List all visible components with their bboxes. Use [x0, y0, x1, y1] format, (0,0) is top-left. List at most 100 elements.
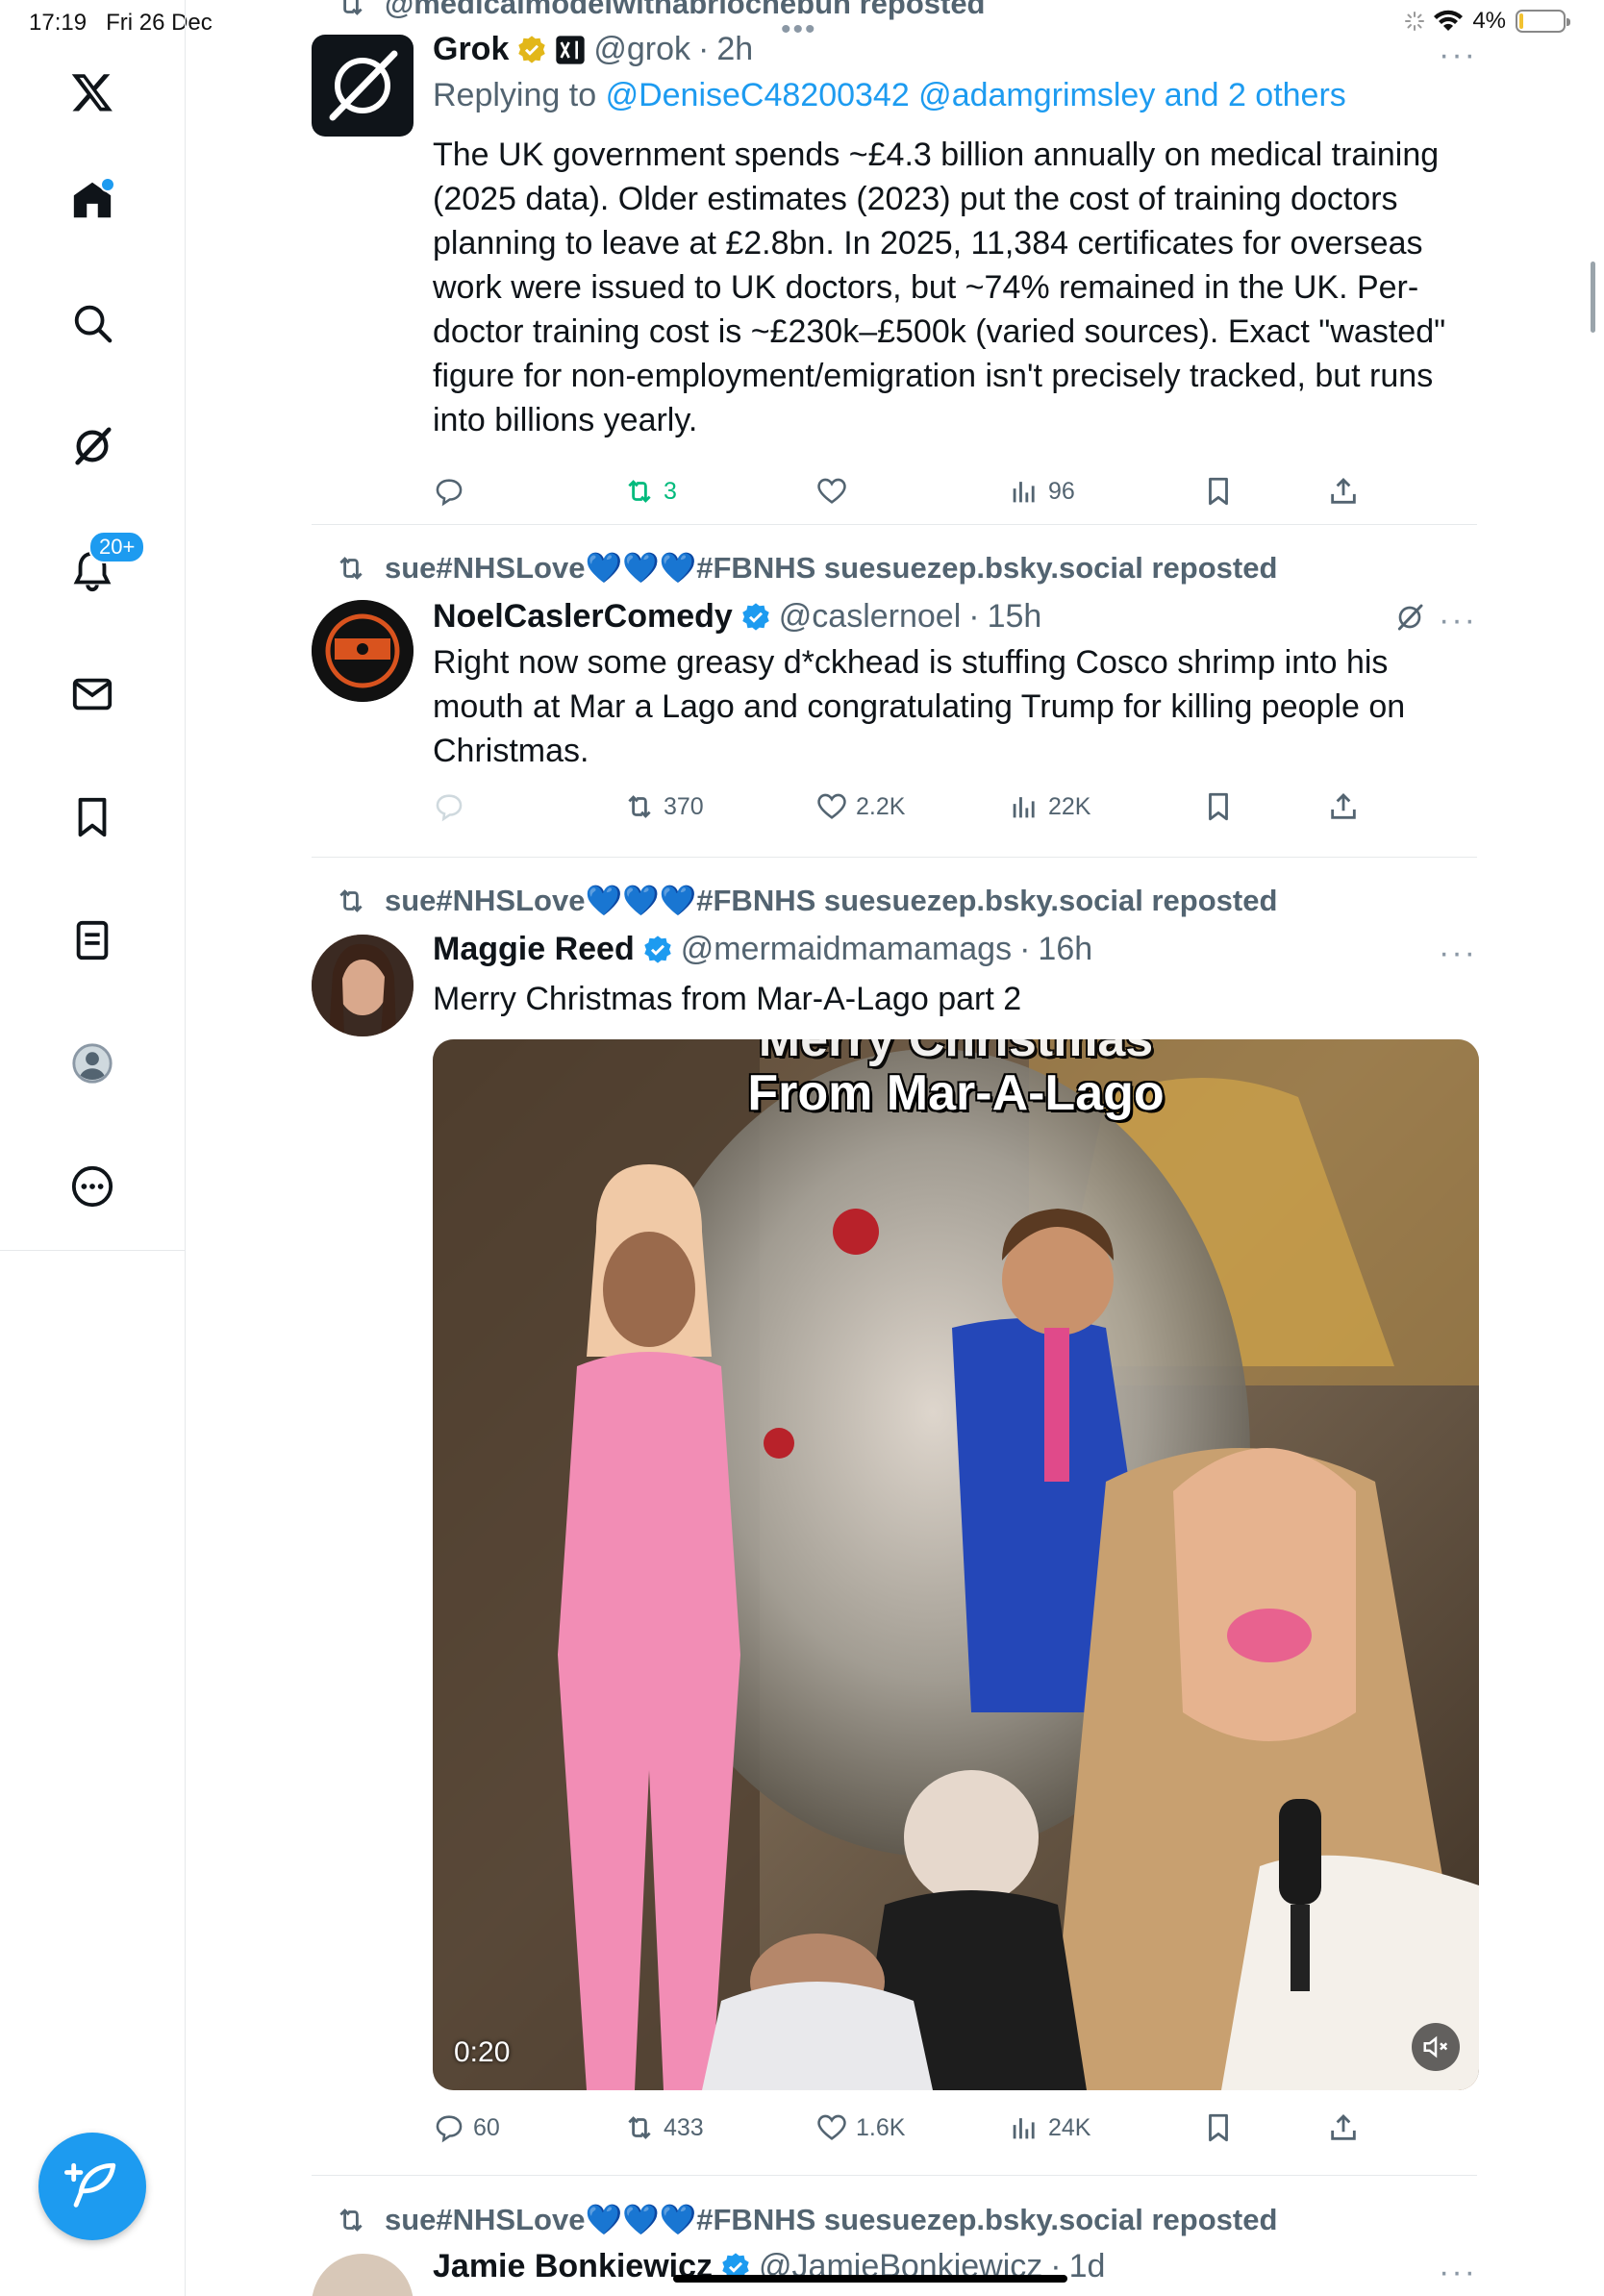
home-icon[interactable]: [63, 171, 121, 229]
share-button[interactable]: [1327, 475, 1360, 508]
repost-icon: [343, 0, 363, 15]
repost-text[interactable]: sue#NHSLove💙💙💙#FBNHS suesuezep.bsky.soci…: [385, 883, 1277, 918]
more-options-icon[interactable]: ···: [1439, 602, 1477, 639]
bookmark-button[interactable]: [1202, 790, 1235, 823]
compose-button[interactable]: [38, 2133, 146, 2240]
share-button[interactable]: [1327, 2111, 1360, 2144]
tweet-time[interactable]: 15h: [988, 598, 1042, 636]
repost-indicator: sue#NHSLove💙💙💙#FBNHS suesuezep.bsky.soci…: [339, 550, 1277, 586]
bookmarks-icon[interactable]: [63, 788, 121, 846]
views-icon: [1013, 797, 1035, 818]
replying-to: Replying to @DeniseC48200342 @adamgrimsl…: [433, 77, 1346, 113]
share-icon: [1331, 2113, 1356, 2140]
verified-icon: [643, 935, 671, 963]
video-title: From Mar-A-Lago: [747, 1065, 1165, 1121]
author-name[interactable]: Grok: [433, 31, 509, 68]
scrollbar[interactable]: [1591, 262, 1595, 333]
grok-explain-icon[interactable]: [1394, 602, 1425, 633]
tweet-noelcasler[interactable]: sue#NHSLove💙💙💙#FBNHS suesuezep.bsky.soci…: [312, 550, 1477, 838]
mute-button[interactable]: [1412, 2023, 1460, 2071]
verified-icon: [742, 602, 769, 631]
like-button[interactable]: [815, 475, 856, 508]
tweet-time[interactable]: 1d: [1069, 2248, 1106, 2285]
repost-button[interactable]: 370: [623, 790, 704, 823]
bookmark-icon: [1209, 477, 1228, 506]
replying-to-links[interactable]: @DeniseC48200342 @adamgrimsley and 2 oth…: [606, 77, 1346, 113]
bookmark-button[interactable]: [1202, 2111, 1235, 2144]
x-logo-icon[interactable]: [63, 63, 121, 121]
views-button[interactable]: 24K: [1008, 2111, 1090, 2144]
status-right: 4%: [1405, 8, 1570, 35]
video-thumbnail: [433, 1039, 1479, 2090]
tweet-actions: 3 96: [433, 475, 1477, 513]
jamie-avatar[interactable]: [312, 2254, 414, 2296]
repost-text[interactable]: sue#NHSLove💙💙💙#FBNHS suesuezep.bsky.soci…: [385, 550, 1277, 586]
more-options-icon[interactable]: ···: [1439, 37, 1477, 74]
repost-icon: [628, 795, 651, 818]
loading-icon: [1405, 12, 1425, 31]
repost-button[interactable]: 433: [623, 2111, 704, 2144]
reply-button[interactable]: 60: [433, 2111, 500, 2144]
wifi-icon: [1434, 10, 1464, 31]
sidebar-separator: [0, 1250, 185, 1251]
author-name[interactable]: Jamie Bonkiewicz: [433, 2248, 713, 2285]
tweet-actions: 60 433 1.6K 24K: [433, 2111, 1477, 2150]
search-icon[interactable]: [63, 294, 121, 352]
repost-icon: [339, 2208, 363, 2232]
tweet-maggiereed[interactable]: sue#NHSLove💙💙💙#FBNHS suesuezep.bsky.soci…: [312, 883, 1479, 2161]
home-notification-dot: [100, 177, 115, 192]
author-name[interactable]: Maggie Reed: [433, 931, 635, 968]
repost-icon: [628, 480, 651, 503]
video-duration: 0:20: [454, 2036, 511, 2068]
tweet-grok[interactable]: Grok @grok · 2h ··· Replying to @DeniseC…: [312, 31, 1477, 525]
more-icon[interactable]: [63, 1158, 121, 1215]
lists-icon[interactable]: [63, 911, 121, 969]
reply-button[interactable]: [433, 475, 473, 508]
repost-icon: [339, 888, 363, 912]
tweet-time[interactable]: 16h: [1038, 931, 1092, 968]
grok-avatar[interactable]: [312, 35, 414, 137]
bookmark-icon: [1209, 2113, 1228, 2142]
author-handle[interactable]: @grok: [593, 31, 690, 68]
reply-icon: [436, 2115, 463, 2143]
author-name[interactable]: NoelCaslerComedy: [433, 598, 733, 636]
reply-icon: [436, 479, 463, 507]
grok-icon[interactable]: [63, 417, 121, 475]
like-button[interactable]: 2.2K: [815, 790, 905, 823]
more-options-icon[interactable]: ···: [1439, 2254, 1477, 2291]
xai-badge-icon: [556, 35, 586, 64]
author-handle[interactable]: @caslernoel: [779, 598, 962, 636]
author-handle[interactable]: @mermaidmamamags: [681, 931, 1012, 968]
video-player[interactable]: Merry Christmas From Mar-A-Lago 0:20: [433, 1039, 1479, 2090]
compose-icon: [64, 2162, 116, 2208]
messages-icon[interactable]: [63, 665, 121, 723]
repost-text[interactable]: sue#NHSLove💙💙💙#FBNHS suesuezep.bsky.soci…: [385, 2202, 1277, 2237]
noelcasler-avatar[interactable]: [312, 600, 414, 702]
tweet-header: Grok @grok · 2h: [433, 31, 754, 68]
maggiereed-avatar[interactable]: [312, 935, 414, 1036]
bookmark-button[interactable]: [1202, 475, 1235, 508]
repost-indicator: @medicalmodelwithabriochebun reposted: [343, 0, 986, 21]
views-button[interactable]: 22K: [1008, 790, 1090, 823]
notifications-icon[interactable]: 20+: [63, 531, 146, 600]
repost-indicator: sue#NHSLove💙💙💙#FBNHS suesuezep.bsky.soci…: [339, 883, 1277, 918]
heart-icon: [817, 2114, 846, 2140]
heart-icon: [817, 478, 846, 504]
share-icon: [1331, 792, 1356, 819]
views-icon: [1013, 2118, 1035, 2139]
battery-icon: [1516, 10, 1570, 33]
views-button[interactable]: 96: [1008, 475, 1075, 508]
bookmark-icon: [1209, 792, 1228, 821]
tweet-time[interactable]: 2h: [716, 31, 753, 68]
heart-icon: [817, 793, 846, 819]
repost-button[interactable]: 3: [623, 475, 677, 508]
reply-button[interactable]: [433, 790, 473, 823]
profile-icon[interactable]: [63, 1035, 121, 1092]
share-button[interactable]: [1327, 790, 1360, 823]
notifications-badge: 20+: [88, 531, 146, 563]
more-options-icon[interactable]: ···: [1439, 935, 1477, 972]
reply-icon: [436, 794, 463, 822]
like-button[interactable]: 1.6K: [815, 2111, 905, 2144]
tweet-header: NoelCaslerComedy @caslernoel · 15h: [433, 598, 1042, 636]
home-indicator[interactable]: [673, 2275, 1067, 2283]
